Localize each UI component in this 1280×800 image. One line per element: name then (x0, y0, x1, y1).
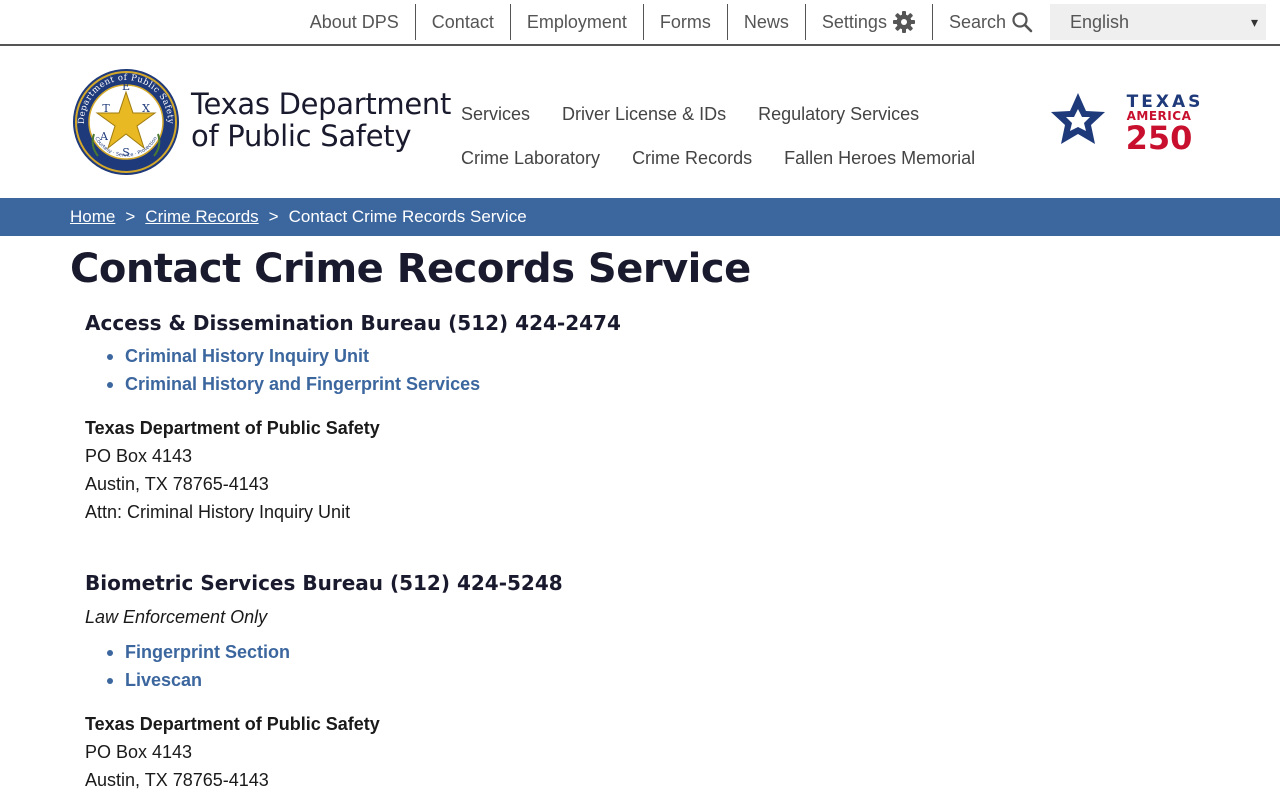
agency-name-line1: Texas Department (191, 87, 452, 121)
agency-name-line2: of Public Safety (191, 119, 412, 153)
nav-driver-license[interactable]: Driver License & IDs (562, 104, 726, 125)
criminal-history-inquiry-link[interactable]: Criminal History Inquiry Unit (125, 346, 369, 367)
search-label: Search (948, 11, 1006, 32)
criminal-history-fingerprint-link[interactable]: Criminal History and Fingerprint Service… (125, 374, 480, 395)
nav-crime-records[interactable]: Crime Records (632, 148, 752, 169)
main-content: Access & Dissemination Bureau (512) 424-… (85, 308, 985, 794)
link-list: Fingerprint Section Livescan (85, 638, 985, 694)
forms-link[interactable]: Forms (644, 4, 728, 40)
breadcrumb-separator: > (268, 207, 279, 226)
address-line: Attn: Criminal History Inquiry Unit (85, 502, 351, 522)
breadcrumb: Home > Crime Records > Contact Crime Rec… (0, 198, 1280, 236)
chevron-down-icon: ▾ (1250, 13, 1258, 30)
main-nav-row: Crime Laboratory Crime Records Fallen He… (461, 136, 1021, 180)
language-select[interactable]: English ▾ (1050, 4, 1266, 40)
utility-nav: About DPS Contact Employment Forms News … (294, 4, 1049, 40)
list-item: Fingerprint Section (85, 638, 985, 666)
nav-regulatory-services[interactable]: Regulatory Services (758, 104, 919, 125)
list-item: Livescan (85, 666, 985, 694)
address-line: PO Box 4143 (85, 446, 193, 466)
biometric-services-section: Biometric Services Bureau (512) 424-5248… (85, 568, 985, 794)
gear-icon (892, 11, 915, 33)
breadcrumb-home[interactable]: Home (70, 207, 115, 227)
address-org: Texas Department of Public Safety (85, 714, 380, 734)
employment-link[interactable]: Employment (511, 4, 644, 40)
mailing-address: Texas Department of Public Safety PO Box… (85, 414, 985, 526)
link-list: Criminal History Inquiry Unit Criminal H… (85, 342, 985, 398)
list-item: Criminal History Inquiry Unit (85, 342, 985, 370)
settings-label: Settings (821, 11, 887, 32)
seal-letter-e: E (122, 80, 130, 93)
seal-letter-s: S (122, 146, 130, 159)
language-value: English (1070, 11, 1130, 32)
search-icon (1012, 12, 1033, 33)
seal-letter-x: X (142, 102, 150, 115)
section-heading: Biometric Services Bureau (512) 424-5248 (85, 571, 563, 595)
mailing-address: Texas Department of Public Safety PO Box… (85, 710, 985, 794)
main-nav-row: Services Driver License & IDs Regulatory… (461, 92, 1021, 136)
nav-services[interactable]: Services (461, 104, 530, 125)
main-nav: Services Driver License & IDs Regulatory… (461, 92, 1021, 180)
address-line: Austin, TX 78765-4143 (85, 770, 269, 790)
list-item: Criminal History and Fingerprint Service… (85, 370, 985, 398)
address-org: Texas Department of Public Safety (85, 418, 380, 438)
breadcrumb-current: Contact Crime Records Service (288, 207, 527, 226)
contact-link[interactable]: Contact (416, 4, 511, 40)
site-header: Department of Public Safety Courtesy · S… (0, 46, 1280, 198)
dps-seal-logo[interactable]: Department of Public Safety Courtesy · S… (72, 68, 180, 176)
address-line: Austin, TX 78765-4143 (85, 474, 269, 494)
livescan-link[interactable]: Livescan (125, 670, 202, 691)
seal-letter-a: A (99, 130, 109, 143)
section-heading: Access & Dissemination Bureau (512) 424-… (85, 311, 621, 335)
fingerprint-section-link[interactable]: Fingerprint Section (125, 642, 290, 663)
texas-america-250-logo[interactable]: TEXAS AMERICA 250 (1048, 90, 1208, 152)
breadcrumb-crime-records[interactable]: Crime Records (145, 207, 258, 227)
access-dissemination-section: Access & Dissemination Bureau (512) 424-… (85, 308, 985, 526)
news-link[interactable]: News (728, 4, 806, 40)
about-dps-link[interactable]: About DPS (294, 4, 416, 40)
search-button[interactable]: Search (933, 4, 1049, 40)
seal-letter-t: T (102, 102, 110, 115)
nav-crime-laboratory[interactable]: Crime Laboratory (461, 148, 600, 169)
utility-bar: About DPS Contact Employment Forms News … (0, 0, 1280, 46)
page-title: Contact Crime Records Service (70, 246, 751, 292)
logo-250-text: 250 (1126, 119, 1193, 152)
agency-name-link[interactable]: Texas Department of Public Safety (191, 88, 451, 152)
address-line: PO Box 4143 (85, 742, 193, 762)
settings-button[interactable]: Settings (806, 4, 933, 40)
law-enforcement-note: Law Enforcement Only (85, 606, 268, 627)
nav-fallen-heroes[interactable]: Fallen Heroes Memorial (784, 148, 975, 169)
breadcrumb-separator: > (125, 207, 136, 226)
